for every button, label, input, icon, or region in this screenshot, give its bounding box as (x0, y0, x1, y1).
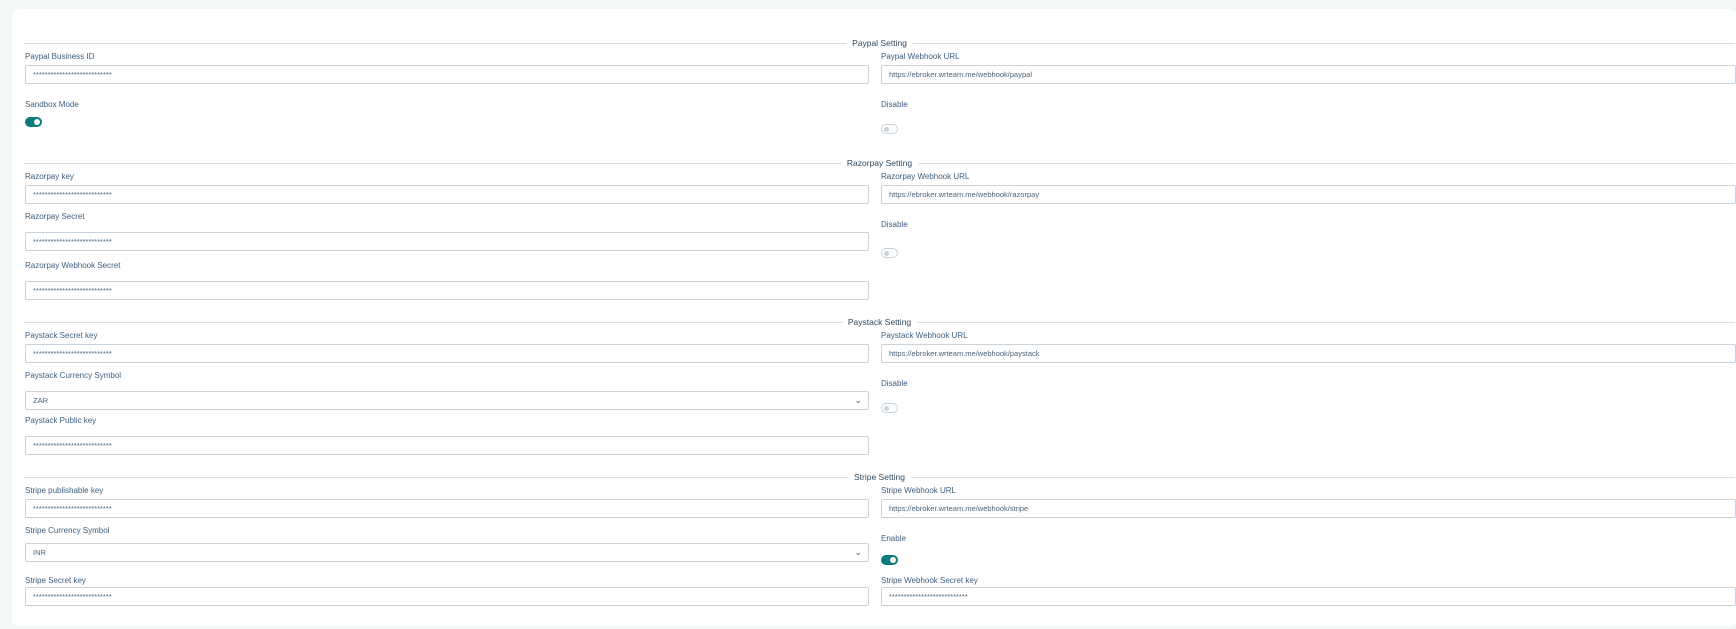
razorpay-secret-label: Razorpay Secret (25, 212, 85, 221)
stripe-webhook-secret-label: Stripe Webhook Secret key (881, 576, 978, 585)
stripe-webhook-url-input[interactable]: https://ebroker.wrteam.me/webhook/stripe (881, 499, 1736, 518)
paystack-enable-toggle[interactable] (881, 403, 898, 413)
paypal-webhook-url-label: Paypal Webhook URL (881, 52, 960, 61)
razorpay-status-label: Disable (881, 220, 908, 229)
paystack-section-divider: Paystack Setting (24, 315, 1735, 329)
payment-settings-card: Paypal Setting Paypal Business ID ******… (12, 9, 1736, 626)
stripe-secret-key-input[interactable]: *************************** (25, 587, 869, 606)
stripe-publishable-key-label: Stripe publishable key (25, 486, 104, 495)
stripe-status-label: Enable (881, 534, 906, 543)
paypal-business-id-input[interactable]: *************************** (25, 65, 869, 84)
razorpay-enable-toggle[interactable] (881, 248, 898, 258)
razorpay-webhook-secret-label: Razorpay Webhook Secret (25, 261, 121, 270)
razorpay-section-divider: Razorpay Setting (24, 156, 1735, 170)
stripe-currency-value: INR (33, 548, 46, 557)
razorpay-key-input[interactable]: *************************** (25, 185, 869, 204)
paypal-section-title: Paypal Setting (846, 36, 913, 50)
paypal-section-divider: Paypal Setting (24, 36, 1735, 50)
razorpay-webhook-url-label: Razorpay Webhook URL (881, 172, 970, 181)
stripe-currency-label: Stripe Currency Symbol (25, 526, 110, 535)
razorpay-key-label: Razorpay key (25, 172, 74, 181)
paypal-status-label: Disable (881, 100, 908, 109)
chevron-down-icon: ⌄ (854, 547, 862, 557)
razorpay-secret-input[interactable]: *************************** (25, 232, 869, 251)
paystack-public-key-label: Paystack Public key (25, 416, 97, 425)
paystack-webhook-url-label: Paystack Webhook URL (881, 331, 968, 340)
paystack-secret-key-label: Paystack Secret key (25, 331, 98, 340)
chevron-down-icon: ⌄ (854, 395, 862, 405)
paystack-currency-value: ZAR (33, 396, 48, 405)
stripe-currency-select[interactable]: INR ⌄ (25, 543, 869, 562)
stripe-webhook-secret-input[interactable]: *************************** (881, 587, 1736, 606)
stripe-publishable-key-input[interactable]: *************************** (25, 499, 869, 518)
paystack-secret-key-input[interactable]: *************************** (25, 344, 869, 363)
paystack-public-key-input[interactable]: *************************** (25, 436, 869, 455)
paypal-business-id-label: Paypal Business ID (25, 52, 95, 61)
razorpay-section-title: Razorpay Setting (840, 156, 919, 170)
paypal-sandbox-toggle[interactable] (25, 117, 42, 127)
paystack-currency-label: Paystack Currency Symbol (25, 371, 122, 380)
razorpay-webhook-url-input[interactable]: https://ebroker.wrteam.me/webhook/razorp… (881, 185, 1736, 204)
stripe-enable-toggle[interactable] (881, 555, 898, 565)
paystack-currency-select[interactable]: ZAR ⌄ (25, 391, 869, 410)
stripe-section-divider: Stripe Setting (24, 470, 1735, 484)
stripe-section-title: Stripe Setting (847, 470, 912, 484)
razorpay-webhook-secret-input[interactable]: *************************** (25, 281, 869, 300)
paypal-enable-toggle[interactable] (881, 124, 898, 134)
paystack-webhook-url-input[interactable]: https://ebroker.wrteam.me/webhook/paysta… (881, 344, 1736, 363)
paystack-section-title: Paystack Setting (841, 315, 918, 329)
paystack-status-label: Disable (881, 379, 908, 388)
stripe-secret-key-label: Stripe Secret key (25, 576, 86, 585)
stripe-webhook-url-label: Stripe Webhook URL (881, 486, 956, 495)
paypal-webhook-url-input[interactable]: https://ebroker.wrteam.me/webhook/paypal (881, 65, 1736, 84)
paypal-sandbox-label: Sandbox Mode (25, 100, 79, 109)
